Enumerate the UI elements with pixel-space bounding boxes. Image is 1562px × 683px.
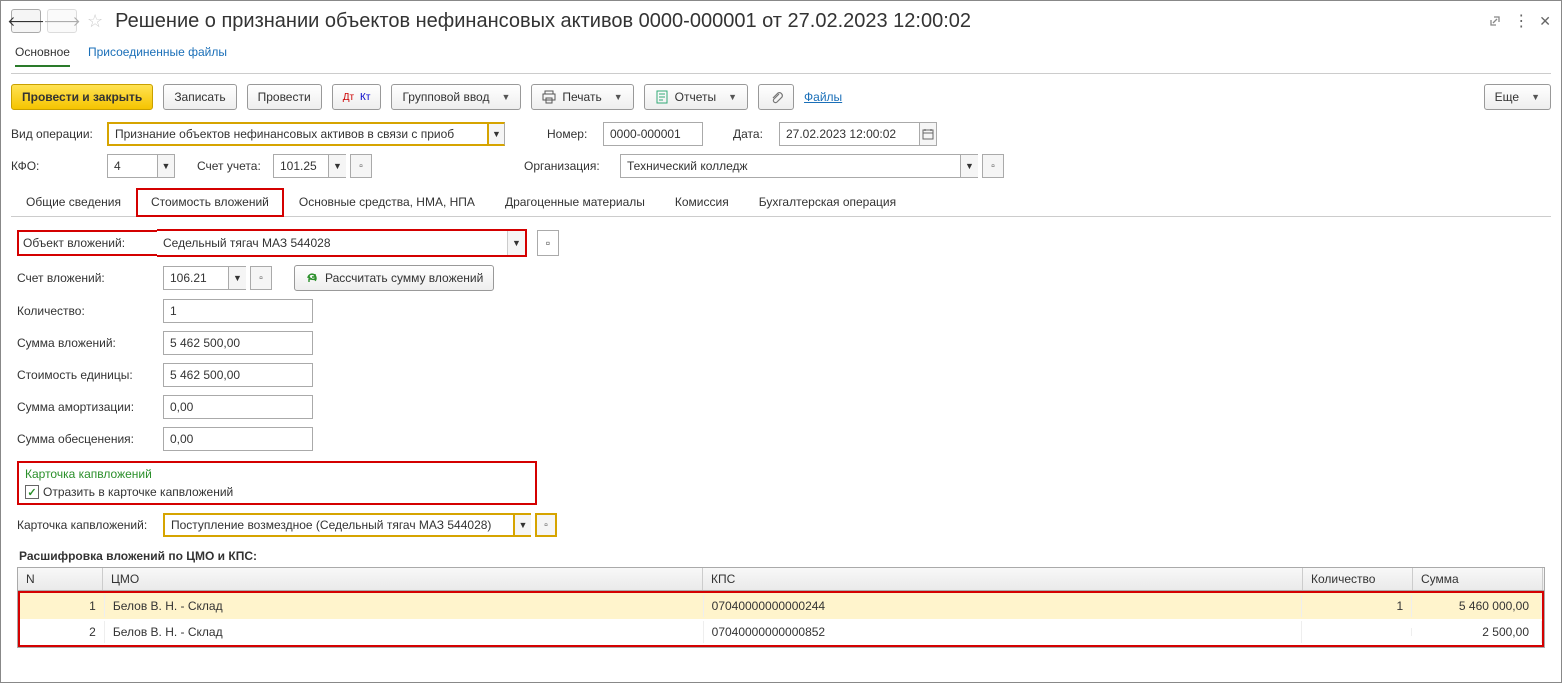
invest-acct-field[interactable]: 106.21 ▼ ▫ [163, 266, 272, 290]
save-button[interactable]: Записать [163, 84, 236, 110]
impair-field[interactable]: 0,00 [163, 427, 313, 451]
col-sum[interactable]: Сумма [1413, 568, 1543, 590]
chevron-down-icon[interactable]: ▼ [507, 231, 525, 255]
card-label: Карточка капвложений: [17, 518, 157, 532]
chevron-down-icon[interactable]: ▼ [328, 154, 346, 178]
open-icon[interactable]: ▫ [982, 154, 1004, 178]
nav-attached-files[interactable]: Присоединенные файлы [88, 45, 227, 67]
chevron-down-icon[interactable]: ▼ [487, 122, 505, 146]
tab-precious[interactable]: Драгоценные материалы [490, 188, 660, 216]
kebab-icon[interactable]: ⋮ [1513, 11, 1529, 31]
col-n[interactable]: N [18, 568, 103, 590]
invest-acct-label: Счет вложений: [17, 271, 157, 285]
checkmark-icon: ✓ [25, 485, 39, 499]
unit-label: Стоимость единицы: [17, 368, 157, 382]
op-type-label: Вид операции: [11, 127, 101, 141]
date-label: Дата: [733, 127, 773, 141]
number-field[interactable]: 0000-000001 [603, 122, 703, 146]
forward-button[interactable]: 🡒 [47, 9, 77, 33]
acct-label: Счет учета: [197, 159, 267, 173]
post-close-button[interactable]: Провести и закрыть [11, 84, 153, 110]
card-group-title: Карточка капвложений [25, 467, 529, 481]
refresh-icon [305, 271, 319, 285]
grid-title: Расшифровка вложений по ЦМО и КПС: [17, 541, 1545, 567]
org-label: Организация: [524, 159, 614, 173]
unit-field[interactable]: 5 462 500,00 [163, 363, 313, 387]
number-label: Номер: [547, 127, 597, 141]
open-icon[interactable]: ▫ [535, 513, 557, 537]
page-title: Решение о признании объектов нефинансовы… [113, 10, 1481, 33]
tab-general[interactable]: Общие сведения [11, 188, 136, 216]
amort-label: Сумма амортизации: [17, 400, 157, 414]
org-field[interactable]: Технический колледж ▼ ▫ [620, 154, 1004, 178]
back-button[interactable]: 🡐 [11, 9, 41, 33]
group-input-button[interactable]: Групповой ввод▼ [391, 84, 521, 110]
reflect-checkbox[interactable]: ✓ Отразить в карточке капвложений [25, 485, 233, 499]
kfo-field[interactable]: 4 ▼ [107, 154, 175, 178]
print-button[interactable]: Печать▼ [531, 84, 633, 110]
nav-main[interactable]: Основное [15, 45, 70, 67]
top-nav: Основное Присоединенные файлы [11, 35, 1551, 74]
reports-button[interactable]: Отчеты▼ [644, 84, 748, 110]
amort-field[interactable]: 0,00 [163, 395, 313, 419]
files-link[interactable]: Файлы [804, 90, 842, 104]
link-icon[interactable] [1487, 13, 1503, 29]
sub-tabs: Общие сведения Стоимость вложений Основн… [11, 188, 1551, 217]
report-icon [655, 90, 669, 104]
date-field[interactable]: 27.02.2023 12:00:02 [779, 122, 937, 146]
tab-commission[interactable]: Комиссия [660, 188, 744, 216]
dtkt-button[interactable]: ДтКт [332, 84, 382, 110]
recalc-button[interactable]: Рассчитать сумму вложений [294, 265, 494, 291]
sum-label: Сумма вложений: [17, 336, 157, 350]
tab-accounting[interactable]: Бухгалтерская операция [744, 188, 911, 216]
card-field[interactable]: Поступление возмездное (Седельный тягач … [163, 513, 557, 537]
attach-button[interactable] [758, 84, 794, 110]
table-row[interactable]: 2 Белов В. Н. - Склад 07040000000000852 … [20, 619, 1542, 645]
table-row[interactable]: 1 Белов В. Н. - Склад 07040000000000244 … [20, 593, 1542, 619]
col-kps[interactable]: КПС [703, 568, 1303, 590]
impair-label: Сумма обесценения: [17, 432, 157, 446]
qty-field[interactable]: 1 [163, 299, 313, 323]
toolbar: Провести и закрыть Записать Провести ДтК… [11, 74, 1551, 118]
col-qty[interactable]: Количество [1303, 568, 1413, 590]
acct-field[interactable]: 101.25 ▼ ▫ [273, 154, 372, 178]
title-bar: 🡐 🡒 ☆ Решение о признании объектов нефин… [11, 7, 1551, 35]
chevron-down-icon[interactable]: ▼ [513, 513, 531, 537]
qty-label: Количество: [17, 304, 157, 318]
paperclip-icon [769, 90, 783, 104]
favorite-icon[interactable]: ☆ [87, 11, 103, 32]
invest-object-field[interactable]: Седельный тягач МАЗ 544028 ▼ [157, 229, 527, 257]
printer-icon [542, 90, 556, 104]
open-icon[interactable]: ▫ [250, 266, 272, 290]
post-button[interactable]: Провести [247, 84, 322, 110]
col-cmo[interactable]: ЦМО [103, 568, 703, 590]
tab-investment-cost[interactable]: Стоимость вложений [136, 188, 284, 217]
chevron-down-icon[interactable]: ▼ [960, 154, 978, 178]
close-icon[interactable]: ✕ [1539, 13, 1551, 30]
op-type-field[interactable]: Признание объектов нефинансовых активов … [107, 122, 505, 146]
more-button[interactable]: Еще▼ [1484, 84, 1551, 110]
open-icon[interactable]: ▫ [350, 154, 372, 178]
card-group: Карточка капвложений ✓ Отразить в карточ… [17, 461, 537, 505]
calendar-icon[interactable] [919, 122, 937, 146]
invest-object-label: Объект вложений: [17, 230, 157, 256]
kfo-label: КФО: [11, 159, 101, 173]
open-icon[interactable]: ▫ [537, 230, 559, 256]
details-grid: N ЦМО КПС Количество Сумма 1 Белов В. Н.… [17, 567, 1545, 648]
grid-header: N ЦМО КПС Количество Сумма [18, 567, 1544, 591]
sum-field[interactable]: 5 462 500,00 [163, 331, 313, 355]
chevron-down-icon[interactable]: ▼ [228, 266, 246, 290]
tab-fixed-assets[interactable]: Основные средства, НМА, НПА [284, 188, 490, 216]
chevron-down-icon[interactable]: ▼ [157, 154, 175, 178]
